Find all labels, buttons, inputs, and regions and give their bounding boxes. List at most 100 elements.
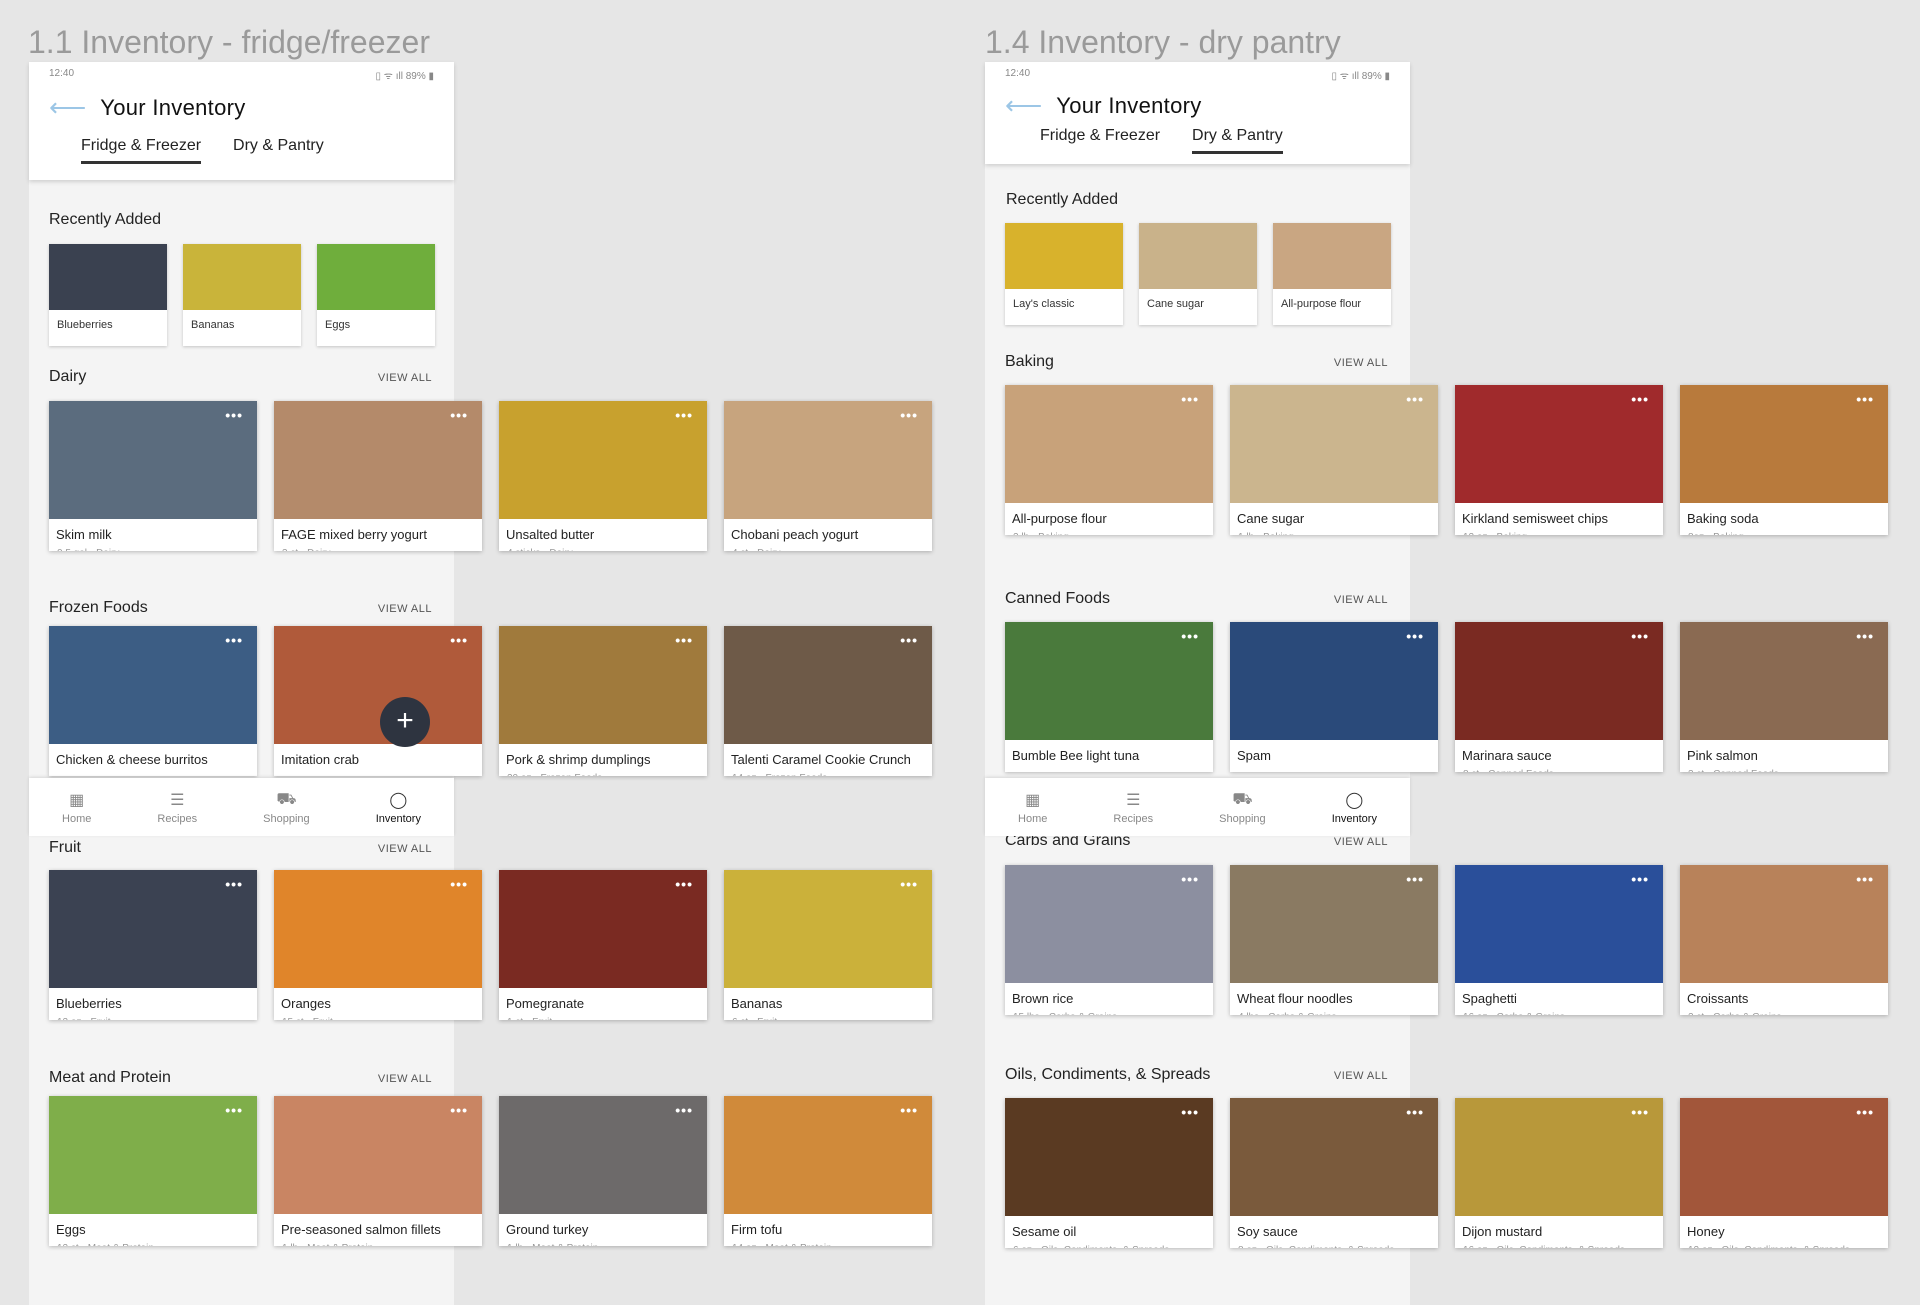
more-options-icon[interactable]: ••• (1631, 391, 1649, 407)
inventory-item-card[interactable]: ••• Bumble Bee light tuna (1005, 622, 1213, 772)
more-options-icon[interactable]: ••• (1406, 1104, 1424, 1120)
add-item-button[interactable]: + (380, 697, 430, 747)
section-title: Fruit (49, 839, 81, 856)
more-options-icon[interactable]: ••• (1856, 1104, 1874, 1120)
recent-card[interactable]: All-purpose flour (1273, 223, 1391, 325)
item-photo: ••• (274, 626, 482, 744)
inventory-item-card[interactable]: ••• Firm tofu14 oz • Meat & Protein (724, 1096, 932, 1246)
recent-card[interactable]: Eggs (317, 244, 435, 346)
nav-label: Recipes (157, 812, 198, 825)
recent-card[interactable]: Blueberries (49, 244, 167, 346)
nav-home[interactable]: ▦ Home (62, 790, 91, 825)
more-options-icon[interactable]: ••• (1181, 1104, 1199, 1120)
inventory-item-card[interactable]: ••• Eggs12 ct • Meat & Protein (49, 1096, 257, 1246)
more-options-icon[interactable]: ••• (225, 632, 243, 648)
inventory-item-card[interactable]: ••• Dijon mustard16 oz • Oils, Condiments… (1455, 1098, 1663, 1248)
more-options-icon[interactable]: ••• (1631, 628, 1649, 644)
tab-fridge-freezer[interactable]: Fridge & Freezer (1040, 127, 1160, 154)
inventory-item-card[interactable]: ••• Brown rice15 lbs • Carbs & Grains (1005, 865, 1213, 1015)
more-options-icon[interactable]: ••• (675, 407, 693, 423)
more-options-icon[interactable]: ••• (675, 1102, 693, 1118)
inventory-item-card[interactable]: ••• Honey12 oz • Oils, Condiments, & Spre… (1680, 1098, 1888, 1248)
back-arrow-icon[interactable]: ⟵ (1005, 90, 1042, 121)
more-options-icon[interactable]: ••• (1406, 871, 1424, 887)
more-options-icon[interactable]: ••• (1181, 871, 1199, 887)
more-options-icon[interactable]: ••• (1181, 628, 1199, 644)
inventory-item-card[interactable]: ••• Blueberries12 oz • Fruit (49, 870, 257, 1020)
tab-fridge-freezer[interactable]: Fridge & Freezer (81, 137, 202, 164)
inventory-item-card[interactable]: ••• Spaghetti16 oz • Carbs & Grains (1455, 865, 1663, 1015)
inventory-item-card[interactable]: ••• Unsalted butter4 sticks • Dairy (499, 401, 707, 551)
inventory-item-card[interactable]: ••• Pork & shrimp dumplings20 oz • Frozen… (499, 626, 707, 776)
item-name: Pork & shrimp dumplings (506, 752, 651, 767)
inventory-item-card[interactable]: ••• Chicken & cheese burritos (49, 626, 257, 776)
view-all-link[interactable]: VIEW ALL (1334, 1070, 1388, 1082)
inventory-item-card[interactable]: ••• Talenti Caramel Cookie Crunch14 oz • … (724, 626, 932, 776)
inventory-item-card[interactable]: ••• Pre-seasoned salmon fillets1 lb • Mea… (274, 1096, 482, 1246)
nav-shopping[interactable]: ⛟ Shopping (1219, 790, 1266, 825)
more-options-icon[interactable]: ••• (675, 876, 693, 892)
more-options-icon[interactable]: ••• (225, 407, 243, 423)
more-options-icon[interactable]: ••• (450, 632, 468, 648)
inventory-item-card[interactable]: ••• Marinara sauce8 ct • Canned Foods (1455, 622, 1663, 772)
more-options-icon[interactable]: ••• (1631, 1104, 1649, 1120)
nav-shopping[interactable]: ⛟ Shopping (263, 790, 310, 825)
more-options-icon[interactable]: ••• (225, 876, 243, 892)
more-options-icon[interactable]: ••• (1181, 391, 1199, 407)
view-all-link[interactable]: VIEW ALL (378, 1073, 432, 1085)
view-all-link[interactable]: VIEW ALL (1334, 594, 1388, 606)
back-arrow-icon[interactable]: ⟵ (49, 92, 86, 123)
more-options-icon[interactable]: ••• (900, 407, 918, 423)
item-name: Croissants (1687, 991, 1749, 1006)
more-options-icon[interactable]: ••• (1856, 628, 1874, 644)
nav-recipes[interactable]: ☰ Recipes (1113, 790, 1153, 825)
more-options-icon[interactable]: ••• (1631, 871, 1649, 887)
inventory-item-card[interactable]: ••• Soy sauce8 oz • Oils, Condiments, & S… (1230, 1098, 1438, 1248)
inventory-item-card[interactable]: ••• Pink salmon3 ct • Canned Foods (1680, 622, 1888, 772)
recent-card[interactable]: Bananas (183, 244, 301, 346)
more-options-icon[interactable]: ••• (675, 632, 693, 648)
inventory-item-card[interactable]: ••• Ground turkey1 lb • Meat & Protein (499, 1096, 707, 1246)
tab-dry-pantry[interactable]: Dry & Pantry (233, 137, 324, 164)
nav-recipes[interactable]: ☰ Recipes (157, 790, 197, 825)
more-options-icon[interactable]: ••• (1406, 391, 1424, 407)
view-all-link[interactable]: VIEW ALL (378, 843, 432, 855)
inventory-item-card[interactable]: ••• Wheat flour noodles4 lbs • Carbs & Gr… (1230, 865, 1438, 1015)
more-options-icon[interactable]: ••• (900, 1102, 918, 1118)
inventory-item-card[interactable]: ••• FAGE mixed berry yogurt3 ct • Dairy (274, 401, 482, 551)
more-options-icon[interactable]: ••• (1856, 391, 1874, 407)
more-options-icon[interactable]: ••• (1856, 871, 1874, 887)
recent-card[interactable]: Lay's classic (1005, 223, 1123, 325)
view-all-link[interactable]: VIEW ALL (1334, 357, 1388, 369)
inventory-item-card[interactable]: ••• Kirkland semisweet chips12 oz • Bakin… (1455, 385, 1663, 535)
more-options-icon[interactable]: ••• (450, 407, 468, 423)
more-options-icon[interactable]: ••• (900, 632, 918, 648)
more-options-icon[interactable]: ••• (900, 876, 918, 892)
nav-inventory[interactable]: ◯ Inventory (1332, 790, 1377, 825)
more-options-icon[interactable]: ••• (450, 1102, 468, 1118)
inventory-item-card[interactable]: ••• Cane sugar1 lb • Baking (1230, 385, 1438, 535)
more-options-icon[interactable]: ••• (225, 1102, 243, 1118)
inventory-item-card[interactable]: ••• Spam (1230, 622, 1438, 772)
inventory-item-card[interactable]: ••• All-purpose flour2 lb • Baking (1005, 385, 1213, 535)
item-meta: 8 oz • Oils, Condiments, & Spreads (1230, 1239, 1438, 1248)
section-title: Recently Added (1006, 191, 1119, 208)
more-options-icon[interactable]: ••• (450, 876, 468, 892)
inventory-item-card[interactable]: ••• Pomegranate1 ct • Fruit (499, 870, 707, 1020)
view-all-link[interactable]: VIEW ALL (378, 603, 432, 615)
nav-home[interactable]: ▦ Home (1018, 790, 1047, 825)
inventory-item-card[interactable]: ••• Sesame oil6 oz • Oils, Condiments, & … (1005, 1098, 1213, 1248)
view-all-link[interactable]: VIEW ALL (1334, 836, 1388, 848)
recent-card[interactable]: Cane sugar (1139, 223, 1257, 325)
inventory-item-card[interactable]: ••• Imitation crab (274, 626, 482, 776)
inventory-item-card[interactable]: ••• Baking soda8oz • Baking (1680, 385, 1888, 535)
more-options-icon[interactable]: ••• (1406, 628, 1424, 644)
inventory-item-card[interactable]: ••• Oranges15 ct • Fruit (274, 870, 482, 1020)
tab-dry-pantry[interactable]: Dry & Pantry (1192, 127, 1283, 154)
inventory-item-card[interactable]: ••• Chobani peach yogurt4 ct • Dairy (724, 401, 932, 551)
inventory-item-card[interactable]: ••• Bananas6 ct • Fruit (724, 870, 932, 1020)
inventory-item-card[interactable]: ••• Croissants2 ct • Carbs & Grains (1680, 865, 1888, 1015)
inventory-item-card[interactable]: ••• Skim milk0.5 gal • Dairy (49, 401, 257, 551)
view-all-link[interactable]: VIEW ALL (378, 372, 432, 384)
nav-inventory[interactable]: ◯ Inventory (376, 790, 421, 825)
